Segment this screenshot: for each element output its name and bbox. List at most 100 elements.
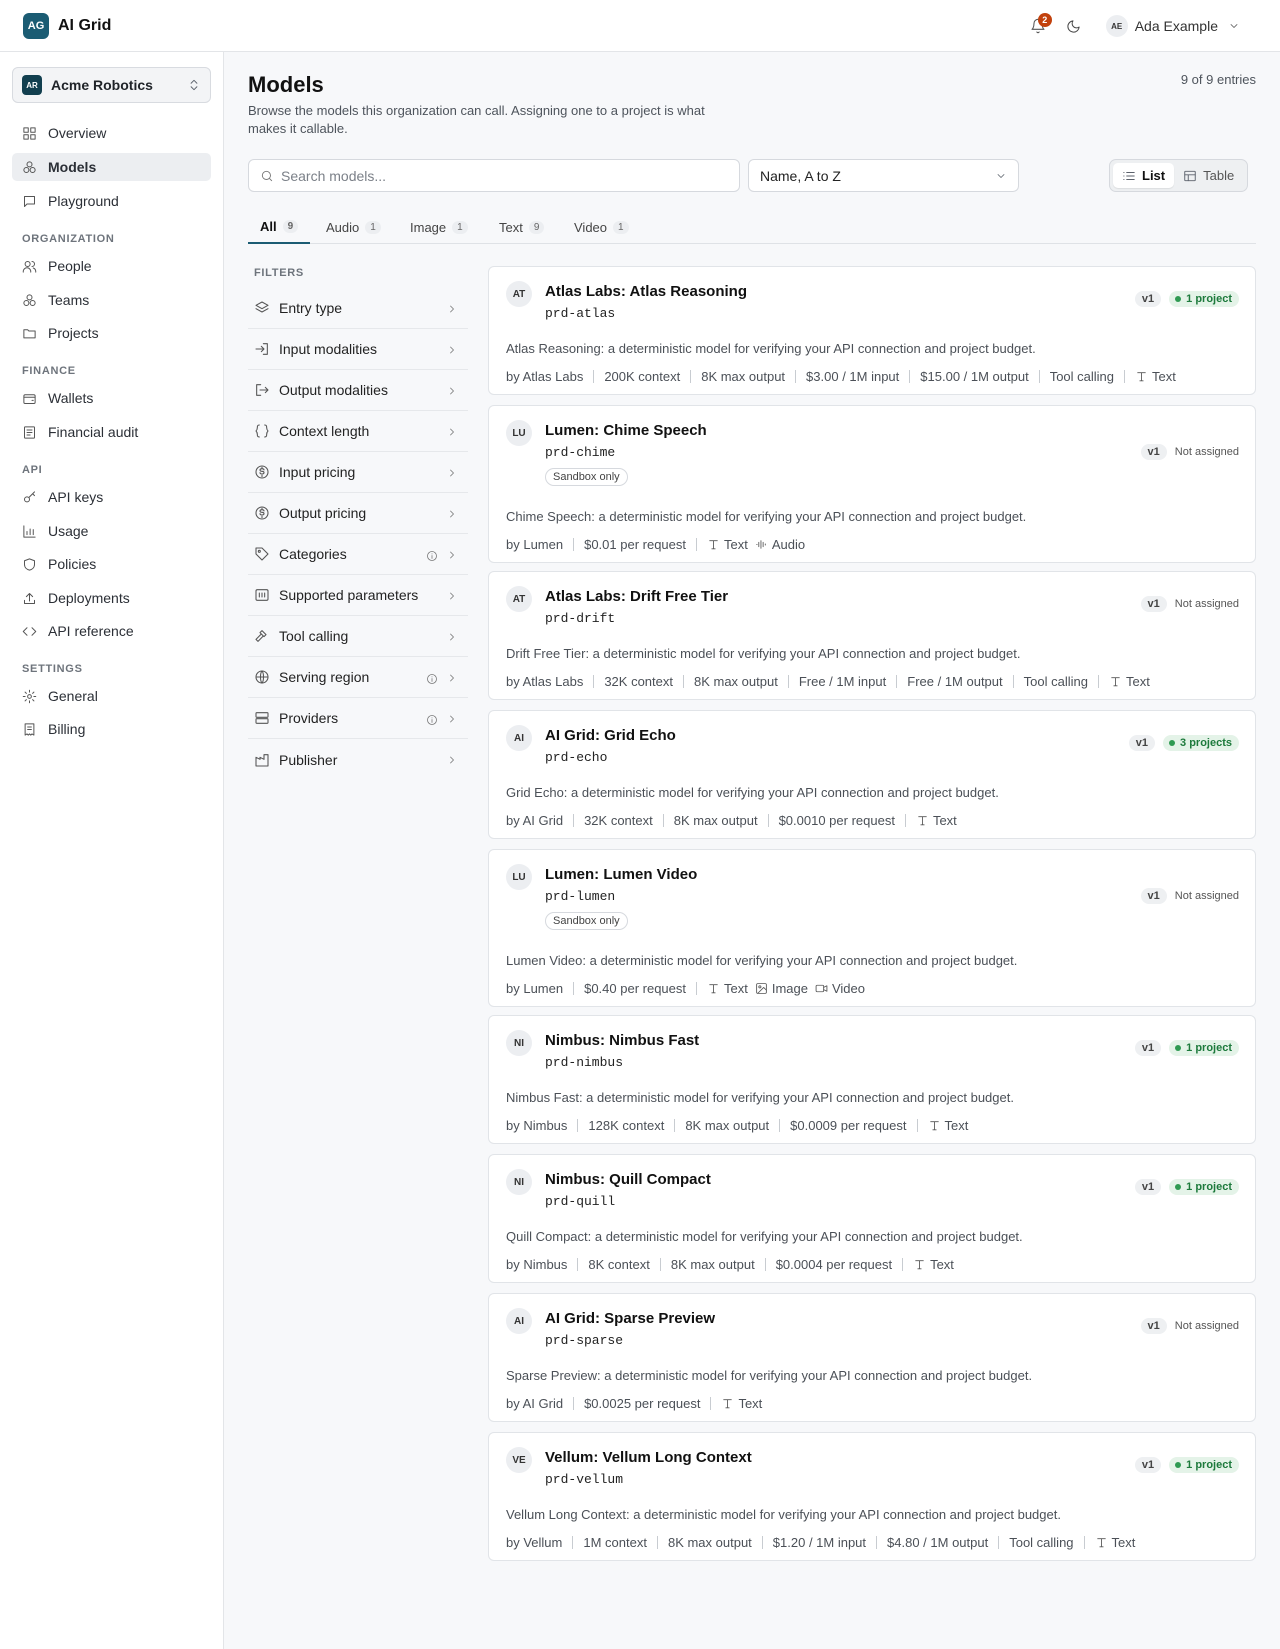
filter-supported-parameters[interactable]: Supported parameters [248, 575, 468, 616]
sidebar-item-policies[interactable]: Policies [12, 550, 211, 578]
sidebar-item-billing[interactable]: Billing [12, 715, 211, 743]
version-badge: v1 [1134, 1457, 1162, 1473]
sidebar-item-models[interactable]: Models [12, 153, 211, 181]
model-card[interactable]: LU Lumen: Chime Speech prd-chime Sandbox on… [488, 405, 1256, 563]
model-card[interactable]: AI AI Grid: Grid Echo prd-echo Grid Echo: a… [488, 710, 1256, 839]
sort-select[interactable]: Name, A to Z [748, 159, 1019, 192]
model-name[interactable]: Nimbus: Quill Compact [545, 1171, 711, 1188]
filter-output-pricing[interactable]: Output pricing [248, 493, 468, 534]
grid-icon [21, 125, 37, 141]
assignment-label: Not assigned [1174, 446, 1239, 458]
sidebar-item-projects[interactable]: Projects [12, 319, 211, 347]
tab-all[interactable]: All 9 [248, 210, 311, 244]
model-card[interactable]: AT Atlas Labs: Drift Free Tier prd-drift Dr… [488, 571, 1256, 700]
modality-tabs: All 9 Audio 1 Image 1 Text 9 Video 1 [248, 210, 1256, 244]
sidebar-item-label: Teams [48, 292, 90, 308]
info-icon[interactable] [424, 671, 440, 687]
meta-item: Tool calling [1023, 674, 1088, 689]
sidebar-item-api-keys[interactable]: API keys [12, 483, 211, 511]
assignment-badge[interactable]: 1 project [1169, 1457, 1239, 1473]
meta-item: 8K max output [693, 674, 778, 689]
braces-icon [254, 423, 270, 439]
filter-categories[interactable]: Categories [248, 534, 468, 575]
tab-image[interactable]: Image 1 [410, 210, 468, 244]
meta-separator [682, 675, 684, 688]
filter-output-modalities[interactable]: Output modalities [248, 370, 468, 411]
user-menu[interactable]: AE Ada Example [1105, 15, 1240, 37]
tab-label: Audio [326, 219, 360, 235]
tab-video[interactable]: Video 1 [574, 210, 629, 244]
assignment-badge[interactable]: 1 project [1169, 1040, 1239, 1056]
hammer-icon [254, 628, 270, 644]
filter-context-length[interactable]: Context length [248, 411, 468, 452]
sidebar-item-people[interactable]: People [12, 252, 211, 280]
text-modality-icon [721, 1397, 734, 1410]
sidebar-item-general[interactable]: General [12, 682, 211, 710]
modality-label: Image [771, 981, 808, 996]
modality-label: Text [930, 1257, 954, 1272]
model-name[interactable]: Nimbus: Nimbus Fast [545, 1032, 699, 1049]
model-card[interactable]: LU Lumen: Lumen Video prd-lumen Sandbox onl… [488, 849, 1256, 1007]
model-name[interactable]: AI Grid: Grid Echo [545, 727, 676, 744]
model-card[interactable]: NI Nimbus: Nimbus Fast prd-nimbus Nimbus Fa… [488, 1015, 1256, 1144]
tab-text[interactable]: Text 9 [499, 210, 545, 244]
model-description: Atlas Reasoning: a deterministic model f… [506, 341, 1036, 356]
sidebar-item-api-reference[interactable]: API reference [12, 617, 211, 645]
search-box[interactable] [248, 159, 740, 192]
filter-input-modalities[interactable]: Input modalities [248, 329, 468, 370]
wallet-icon [21, 390, 37, 406]
table-view-button[interactable]: Table [1174, 163, 1243, 188]
list-view-button[interactable]: List [1113, 163, 1175, 188]
sidebar-item-teams[interactable]: Teams [12, 286, 211, 314]
status-dot [1175, 296, 1182, 302]
model-name[interactable]: Lumen: Chime Speech [545, 422, 707, 439]
sidebar-item-usage[interactable]: Usage [12, 517, 211, 545]
filter-publisher[interactable]: Publisher [248, 739, 468, 780]
filter-serving-region[interactable]: Serving region [248, 657, 468, 698]
theme-toggle-button[interactable] [1060, 12, 1088, 40]
assignment-label: 1 project [1186, 1042, 1232, 1054]
meta-item: Free / 1M input [798, 674, 887, 689]
sidebar-item-overview[interactable]: Overview [12, 119, 211, 147]
model-card[interactable]: AI AI Grid: Sparse Preview prd-sparse Spars… [488, 1293, 1256, 1422]
ledger-icon [21, 424, 37, 440]
assignment-badge[interactable]: 3 projects [1163, 735, 1239, 751]
filter-tool-calling[interactable]: Tool calling [248, 616, 468, 657]
modality-label: Text [1125, 674, 1150, 689]
sidebar-item-deployments[interactable]: Deployments [12, 584, 211, 612]
sidebar-item-wallets[interactable]: Wallets [12, 384, 211, 412]
chevron-right-icon [444, 383, 460, 399]
model-card[interactable]: AT Atlas Labs: Atlas Reasoning prd-atlas At… [488, 266, 1256, 395]
meta-separator [662, 814, 664, 827]
sidebar-item-financial-audit[interactable]: Financial audit [12, 418, 211, 446]
brand[interactable]: AG AI Grid [23, 12, 111, 39]
filter-input-pricing[interactable]: Input pricing [248, 452, 468, 493]
meta-separator [573, 814, 575, 827]
assignment-badge[interactable]: 1 project [1169, 291, 1239, 307]
org-switcher[interactable]: AR Acme Robotics [12, 67, 211, 103]
chevron-right-icon [444, 465, 460, 481]
filter-providers[interactable]: Providers [248, 698, 468, 739]
model-name[interactable]: AI Grid: Sparse Preview [545, 1310, 715, 1327]
assignment-badge[interactable]: 1 project [1169, 1179, 1239, 1195]
notifications-button[interactable]: 2 [1024, 12, 1052, 40]
meta-item: 8K max output [667, 1535, 752, 1550]
model-card[interactable]: NI Nimbus: Quill Compact prd-quill Quill Co… [488, 1154, 1256, 1283]
info-icon[interactable] [424, 548, 440, 564]
sidebar-item-playground[interactable]: Playground [12, 187, 211, 215]
model-name[interactable]: Vellum: Vellum Long Context [545, 1449, 752, 1466]
filter-entry-type[interactable]: Entry type [248, 288, 468, 329]
model-name[interactable]: Atlas Labs: Atlas Reasoning [545, 283, 747, 300]
server-icon [254, 710, 270, 726]
users-icon [21, 258, 37, 274]
meta-separator [904, 814, 906, 827]
model-avatar: AI [506, 725, 532, 751]
sandbox-badge: Sandbox only [545, 912, 628, 930]
model-name[interactable]: Atlas Labs: Drift Free Tier [545, 588, 728, 605]
search-input[interactable] [281, 167, 721, 184]
model-status: v1 1 project [1134, 1179, 1239, 1195]
info-icon[interactable] [424, 712, 440, 728]
model-card[interactable]: VE Vellum: Vellum Long Context prd-vellum V… [488, 1432, 1256, 1561]
tab-audio[interactable]: Audio 1 [326, 210, 381, 244]
model-name[interactable]: Lumen: Lumen Video [545, 866, 697, 883]
